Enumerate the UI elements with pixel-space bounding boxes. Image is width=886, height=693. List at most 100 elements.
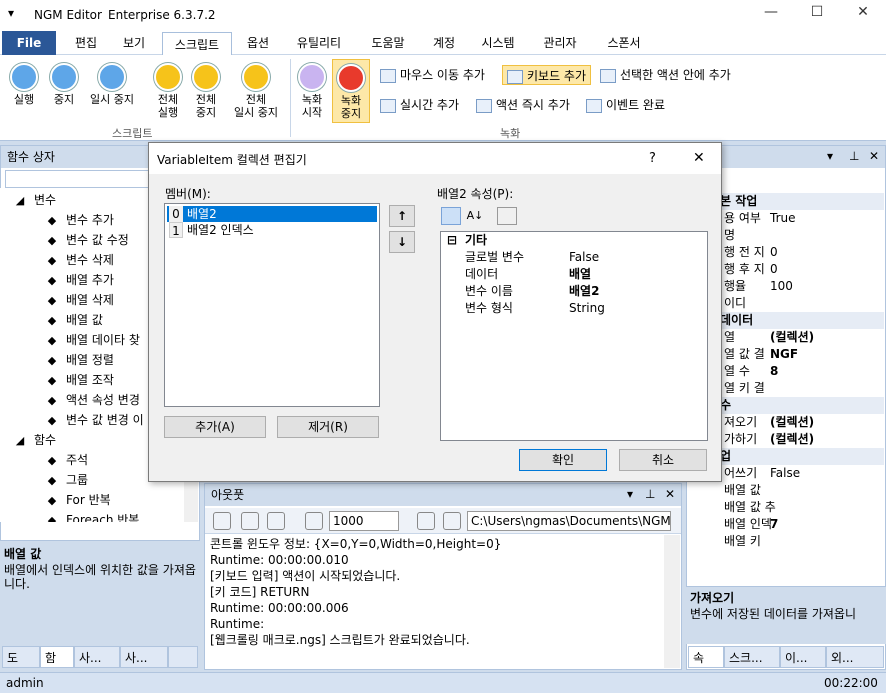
member-row[interactable]: 1 배열2 인덱스 [167,222,377,238]
property-pages-icon[interactable] [497,207,517,225]
copy-output-icon[interactable] [241,512,259,530]
tree-item-label: 변수 값 변경 이 [66,413,144,427]
pause-all-label: 전체 [245,93,267,106]
sort-alpha-icon[interactable]: A↓ [465,207,485,225]
tree-group[interactable]: ◢ 함수 [12,430,56,450]
record-start-button[interactable]: 녹화 시작 [296,63,328,119]
left-tab-user[interactable]: 사... [74,646,120,668]
menu-sponsor[interactable]: 스폰서 [596,31,652,55]
system-menu-icon[interactable]: ▾ [8,6,14,20]
add-keyboard-button[interactable]: 키보드 추가 [502,65,592,85]
tree-item[interactable]: ◆ 배열 추가 [44,270,114,290]
remove-member-button[interactable]: 제거(R) [277,416,379,438]
output-close-icon[interactable]: ✕ [665,487,675,501]
left-tab-more[interactable] [168,646,198,668]
left-tab-user-functions[interactable]: 사... [120,646,168,668]
menu-script[interactable]: 스크립트 [162,32,232,56]
menu-view[interactable]: 보기 [112,31,156,55]
add-action-now-button[interactable]: 액션 즉시 추가 [476,95,570,115]
move-down-button[interactable]: ↓ [389,231,415,253]
pin-icon[interactable]: ⊥ [849,149,859,163]
pause-button[interactable]: 일시 중지 [84,63,140,106]
tree-item[interactable]: ◆ 액션 속성 변경 [44,390,140,410]
tree-item[interactable]: ◆ 주석 [44,450,88,470]
right-tab-image[interactable]: 이... [780,646,826,668]
property-name: 이디 [724,296,747,310]
output-path-field[interactable]: C:\Users\ngmas\Documents\NGM6\ [467,511,671,531]
cancel-button[interactable]: 취소 [619,449,707,471]
event-complete-button[interactable]: 이벤트 완료 [586,95,665,115]
property-row[interactable]: 데이터 배열 [441,266,707,283]
output-scrollbar[interactable] [664,535,680,668]
tree-item[interactable]: ◆ 배열 정렬 [44,350,114,370]
close-button[interactable]: ✕ [848,4,878,26]
menu-system[interactable]: 시스템 [474,31,522,55]
left-tab-docs[interactable]: 도 [2,646,40,668]
output-line: [웹크롤링 매크로.ngs] 스크립트가 완료되었습니다. [210,633,470,647]
tree-item[interactable]: ◆ 변수 값 수정 [44,230,129,250]
menu-file[interactable]: File [2,31,56,55]
property-row[interactable]: 배열 값 추 [686,499,884,516]
menu-help[interactable]: 도움말 [360,31,416,55]
add-mouse-move-button[interactable]: 마우스 이동 추가 [380,65,485,85]
eraser-icon[interactable] [305,512,323,530]
ribbon-divider [290,59,291,137]
stop-all-button[interactable]: 전체 중지 [188,63,224,119]
categorized-icon[interactable] [441,207,461,225]
panel-close-icon[interactable]: ✕ [869,149,879,163]
tree-item[interactable]: ◆ Foreach 반복 [44,510,140,522]
maximize-button[interactable]: ☐ [802,4,832,26]
property-name: 열 키 결 [724,381,765,395]
tree-item[interactable]: ◆ 변수 삭제 [44,250,114,270]
tree-item[interactable]: ◆ 배열 값 [44,310,103,330]
dialog-close-button[interactable]: ✕ [693,150,705,166]
property-row[interactable]: 배열 값 [686,482,884,499]
menu-admin[interactable]: 관리자 [532,31,588,55]
right-tab-script[interactable]: 스크... [724,646,780,668]
menu-options[interactable]: 옵션 [238,31,278,55]
tree-item[interactable]: ◆ 배열 조작 [44,370,114,390]
tree-item[interactable]: ◆ 배열 데이타 찾 [44,330,140,350]
save-icon[interactable] [417,512,435,530]
stop-button[interactable]: 중지 [46,63,82,106]
tree-item[interactable]: ◆ 배열 삭제 [44,290,114,310]
output-pin-icon[interactable]: ⊥ [645,487,655,501]
menu-account[interactable]: 계정 [424,31,464,55]
run-all-button[interactable]: 전체 실행 [150,63,186,119]
clear-output-icon[interactable] [213,512,231,530]
tree-group[interactable]: ◢ 변수 [12,190,56,210]
right-tab-properties[interactable]: 속 [688,646,724,668]
tree-item[interactable]: ◆ 그룹 [44,470,88,490]
ok-button[interactable]: 확인 [519,449,607,471]
add-realtime-button[interactable]: 실시간 추가 [380,95,459,115]
tree-item[interactable]: ◆ 변수 추가 [44,210,114,230]
minimize-button[interactable]: — [756,4,786,26]
pause-all-button[interactable]: 전체 일시 중지 [226,63,286,119]
tree-item[interactable]: ◆ For 반복 [44,490,111,510]
add-member-button[interactable]: 추가(A) [164,416,266,438]
property-row[interactable]: 변수 이름 배열2 [441,283,707,300]
member-row[interactable]: 0 배열2 [167,206,377,222]
record-stop-button[interactable]: 녹화 중지 [332,59,370,123]
menu-utility[interactable]: 유틸리티 [286,31,352,55]
property-row[interactable]: 배열 키 [686,533,884,550]
right-tab-external[interactable]: 외... [826,646,884,668]
menu-edit[interactable]: 편집 [66,31,106,55]
property-row[interactable]: 배열 인덱 7 [686,516,884,533]
output-dropdown-icon[interactable]: ▾ [627,487,633,501]
line-count-input[interactable]: 1000 [329,511,399,531]
tree-item-label: 변수 삭제 [66,253,114,267]
property-row[interactable]: 변수 형식 String [441,300,707,317]
app-edition: Enterprise 6.3.7.2 [108,8,216,22]
tree-item[interactable]: ◆ 변수 값 변경 이 [44,410,144,430]
run-button[interactable]: 실행 [6,63,42,106]
left-tab-functions[interactable]: 함 [40,646,74,668]
move-up-button[interactable]: ↑ [389,205,415,227]
add-inside-selected-button[interactable]: 선택한 액션 안에 추가 [600,65,731,85]
property-row[interactable]: 글로벌 변수 False [441,249,707,266]
dialog-help-button[interactable]: ? [649,151,656,166]
category-row[interactable]: ⊟ 기타 [441,232,707,249]
dropdown-icon[interactable]: ▾ [827,149,833,163]
folder-icon[interactable] [443,512,461,530]
list-icon[interactable] [267,512,285,530]
